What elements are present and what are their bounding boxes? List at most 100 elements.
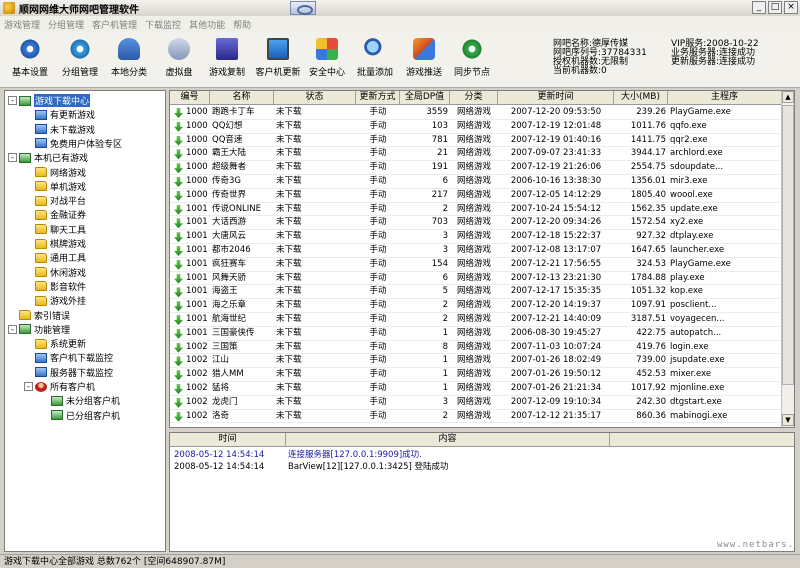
menu-download-monitor[interactable]: 下载监控 [141, 18, 185, 31]
header-col-id[interactable]: 编号 [170, 91, 210, 105]
group-management-button[interactable]: 分组管理 [58, 38, 102, 84]
scroll-thumb[interactable] [782, 105, 794, 385]
basic-settings-button[interactable]: 基本设置 [8, 38, 52, 84]
collapse-icon[interactable]: - [8, 153, 17, 163]
table-row[interactable]: 10019 三国豪侠传 未下载 手动 1 网络游戏 2006-08-30 19:45:27 4… [170, 327, 782, 341]
header-col-name[interactable]: 名称 [210, 91, 274, 105]
joystick-icon [118, 38, 140, 60]
tree-item[interactable]: 免费用户体验专区 [35, 137, 122, 150]
tree-item[interactable]: 对战平台 [35, 194, 86, 207]
tree-item[interactable]: 聊天工具 [35, 223, 86, 236]
header-col-update-time[interactable]: 更新时间 [498, 91, 614, 105]
game-push-button[interactable]: 游戏推送 [402, 38, 446, 84]
gear-icon [19, 38, 41, 60]
header-col-main-program[interactable]: 主程序 [668, 91, 782, 105]
cell-dp-value: 154 [431, 258, 448, 269]
log-row[interactable]: 2008-05-12 14:54:14 BarView[12][127.0.0.1… [170, 461, 610, 473]
table-row[interactable]: 10006 超级舞者 未下载 手动 191 网络游戏 2007-12-19 21:26:06… [170, 161, 782, 175]
table-row[interactable]: 10023 猛将 未下载 手动 1 网络游戏 2007-01-26 21:21:34 1017… [170, 382, 782, 396]
log-row[interactable]: 2008-05-12 14:54:14 连接服务器[127.0.0.1:9909]… [170, 449, 610, 461]
menu-other-functions[interactable]: 其他功能 [185, 18, 229, 31]
table-row[interactable]: 10020 三国策 未下载 手动 8 网络游戏 2007-11-03 10:07:24 419… [170, 341, 782, 355]
table-row[interactable]: 10017 海之乐章 未下载 手动 2 网络游戏 2007-12-20 14:19:37 10… [170, 299, 782, 313]
download-arrow-icon [174, 177, 183, 187]
table-row[interactable]: 10009 传奇世界 未下载 手动 217 网络游戏 2007-12-05 14:12:29… [170, 189, 782, 203]
tree-item[interactable]: - 游戏下载中心 [8, 94, 91, 107]
log-col-content[interactable]: 内容 [286, 433, 610, 447]
collapse-icon[interactable]: - [8, 324, 17, 334]
tree-item[interactable]: 索引错误 [19, 309, 70, 322]
table-row[interactable]: 10001 跑跑卡丁车 未下载 手动 3559 网络游戏 2007-12-20 09:53:… [170, 106, 782, 120]
tree-item[interactable]: 通用工具 [35, 251, 86, 264]
cell-status: 未下载 [276, 383, 302, 393]
tree-item[interactable]: 未分组客户机 [51, 394, 120, 407]
tree-item[interactable]: - 功能管理 [8, 323, 70, 336]
table-row[interactable]: 10018 航海世纪 未下载 手动 2 网络游戏 2007-12-21 14:40:09 31… [170, 313, 782, 327]
tree-item-label: 网络游戏 [50, 168, 87, 179]
menu-help[interactable]: 帮助 [229, 18, 255, 31]
cell-status: 未下载 [276, 286, 302, 297]
table-row[interactable]: 10013 都市2046 未下载 手动 3 网络游戏 2007-12-08 13:17:07… [170, 244, 782, 258]
tree-item[interactable]: 棋牌游戏 [35, 237, 86, 250]
tree-item[interactable]: 有更新游戏 [35, 108, 95, 121]
header-col-category[interactable]: 分类 [450, 91, 498, 105]
close-button[interactable]: × [784, 1, 798, 14]
table-row[interactable]: 10007 传奇3G 未下载 手动 6 网络游戏 2006-10-16 13:38:30 13… [170, 175, 782, 189]
scroll-down-icon[interactable]: ▼ [782, 414, 794, 426]
table-row[interactable]: 10016 海盗王 未下载 手动 5 网络游戏 2007-12-17 15:35:35 105… [170, 285, 782, 300]
menu-game-management[interactable]: 游戏管理 [0, 18, 44, 31]
cell-main-program: sdoupdate... [670, 162, 724, 173]
minimize-button[interactable]: _ [752, 1, 766, 14]
collapse-icon[interactable]: - [24, 382, 33, 391]
scroll-up-icon[interactable]: ▲ [782, 91, 794, 103]
menu-group-management[interactable]: 分组管理 [44, 18, 88, 31]
vertical-scrollbar[interactable]: ▲ ▼ [781, 91, 794, 427]
table-row[interactable]: 10021 江山 未下载 手动 1 网络游戏 2007-01-26 18:02:49 739.… [170, 354, 782, 369]
collapse-icon[interactable]: - [8, 96, 17, 105]
disk-icon [168, 38, 190, 60]
network-icon [19, 324, 31, 335]
table-row[interactable]: 10015 风舞天骄 未下载 手动 6 网络游戏 2007-12-13 23:21:30 17… [170, 272, 782, 286]
maximize-button[interactable]: □ [768, 1, 782, 14]
header-col-status[interactable]: 状态 [274, 91, 356, 105]
table-row[interactable]: 10014 疯狂赛车 未下载 手动 154 网络游戏 2007-12-21 17:56:55… [170, 258, 782, 272]
table-row[interactable]: 10003 QQ音速 未下载 手动 781 网络游戏 2007-12-19 01:40:16… [170, 134, 782, 148]
batch-add-button[interactable]: 批量添加 [353, 38, 397, 84]
table-row[interactable]: 10010 传说ONLINE 未下载 手动 2 网络游戏 2007-10-24 15:54:… [170, 203, 782, 217]
tree-item[interactable]: 影音软件 [35, 280, 86, 293]
table-row[interactable]: 10025 洛奇 未下载 手动 2 网络游戏 2007-12-12 21:35:17 860.… [170, 410, 782, 424]
tree-item[interactable]: - 所有客户机 [24, 380, 95, 393]
tree-item[interactable]: 已分组客户机 [51, 409, 120, 422]
tree-item[interactable]: 网络游戏 [35, 166, 86, 179]
table-row[interactable]: 10022 猎人MM 未下载 手动 1 网络游戏 2007-01-26 19:50:12 45… [170, 368, 782, 382]
table-row[interactable]: 10005 霸王大陆 未下载 手动 21 网络游戏 2007-09-07 23:41:33 3… [170, 147, 782, 162]
table-row[interactable]: 10002 QQ幻想 未下载 手动 103 网络游戏 2007-12-19 12:01:48… [170, 120, 782, 134]
client-update-button[interactable]: 客户机更新 [252, 38, 304, 84]
menu-client-management[interactable]: 客户机管理 [88, 18, 141, 31]
sync-node-button[interactable]: 同步节点 [450, 38, 494, 84]
tree-item[interactable]: 金融证券 [35, 208, 86, 221]
tree-item[interactable]: 系统更新 [35, 337, 86, 350]
tree-item[interactable]: - 本机已有游戏 [8, 151, 88, 164]
tree-item[interactable]: 服务器下载监控 [35, 366, 113, 379]
local-category-button[interactable]: 本地分类 [107, 38, 151, 84]
table-row[interactable]: 10024 龙虎门 未下载 手动 3 网络游戏 2007-12-09 19:10:34 242… [170, 396, 782, 410]
virtual-disk-button[interactable]: 虚拟盘 [160, 38, 198, 84]
header-col-dp-value[interactable]: 全局DP值 [400, 91, 450, 105]
push-icon [413, 38, 435, 60]
tree-item[interactable]: 未下载游戏 [35, 123, 95, 136]
header-col-update-mode[interactable]: 更新方式 [356, 91, 400, 105]
tree-item[interactable]: 游戏外挂 [35, 294, 86, 307]
table-row[interactable]: 10012 大唐风云 未下载 手动 3 网络游戏 2007-12-18 15:22:37 92… [170, 230, 782, 244]
security-center-button[interactable]: 安全中心 [305, 38, 349, 84]
tree-item[interactable]: 休闲游戏 [35, 266, 86, 279]
tree-item-label: 休闲游戏 [50, 268, 87, 279]
table-row[interactable]: 10011 大话西游 未下载 手动 703 网络游戏 2007-12-20 09:34:26… [170, 216, 782, 231]
cell-status: 未下载 [276, 258, 302, 269]
tree-item[interactable]: 客户机下载监控 [35, 351, 113, 364]
cell-status: 未下载 [276, 272, 302, 283]
log-col-time[interactable]: 时间 [170, 433, 286, 447]
game-copy-button[interactable]: 游戏复制 [205, 38, 249, 84]
header-col-size[interactable]: 大小(MB) [614, 91, 668, 105]
tree-item[interactable]: 单机游戏 [35, 180, 86, 193]
